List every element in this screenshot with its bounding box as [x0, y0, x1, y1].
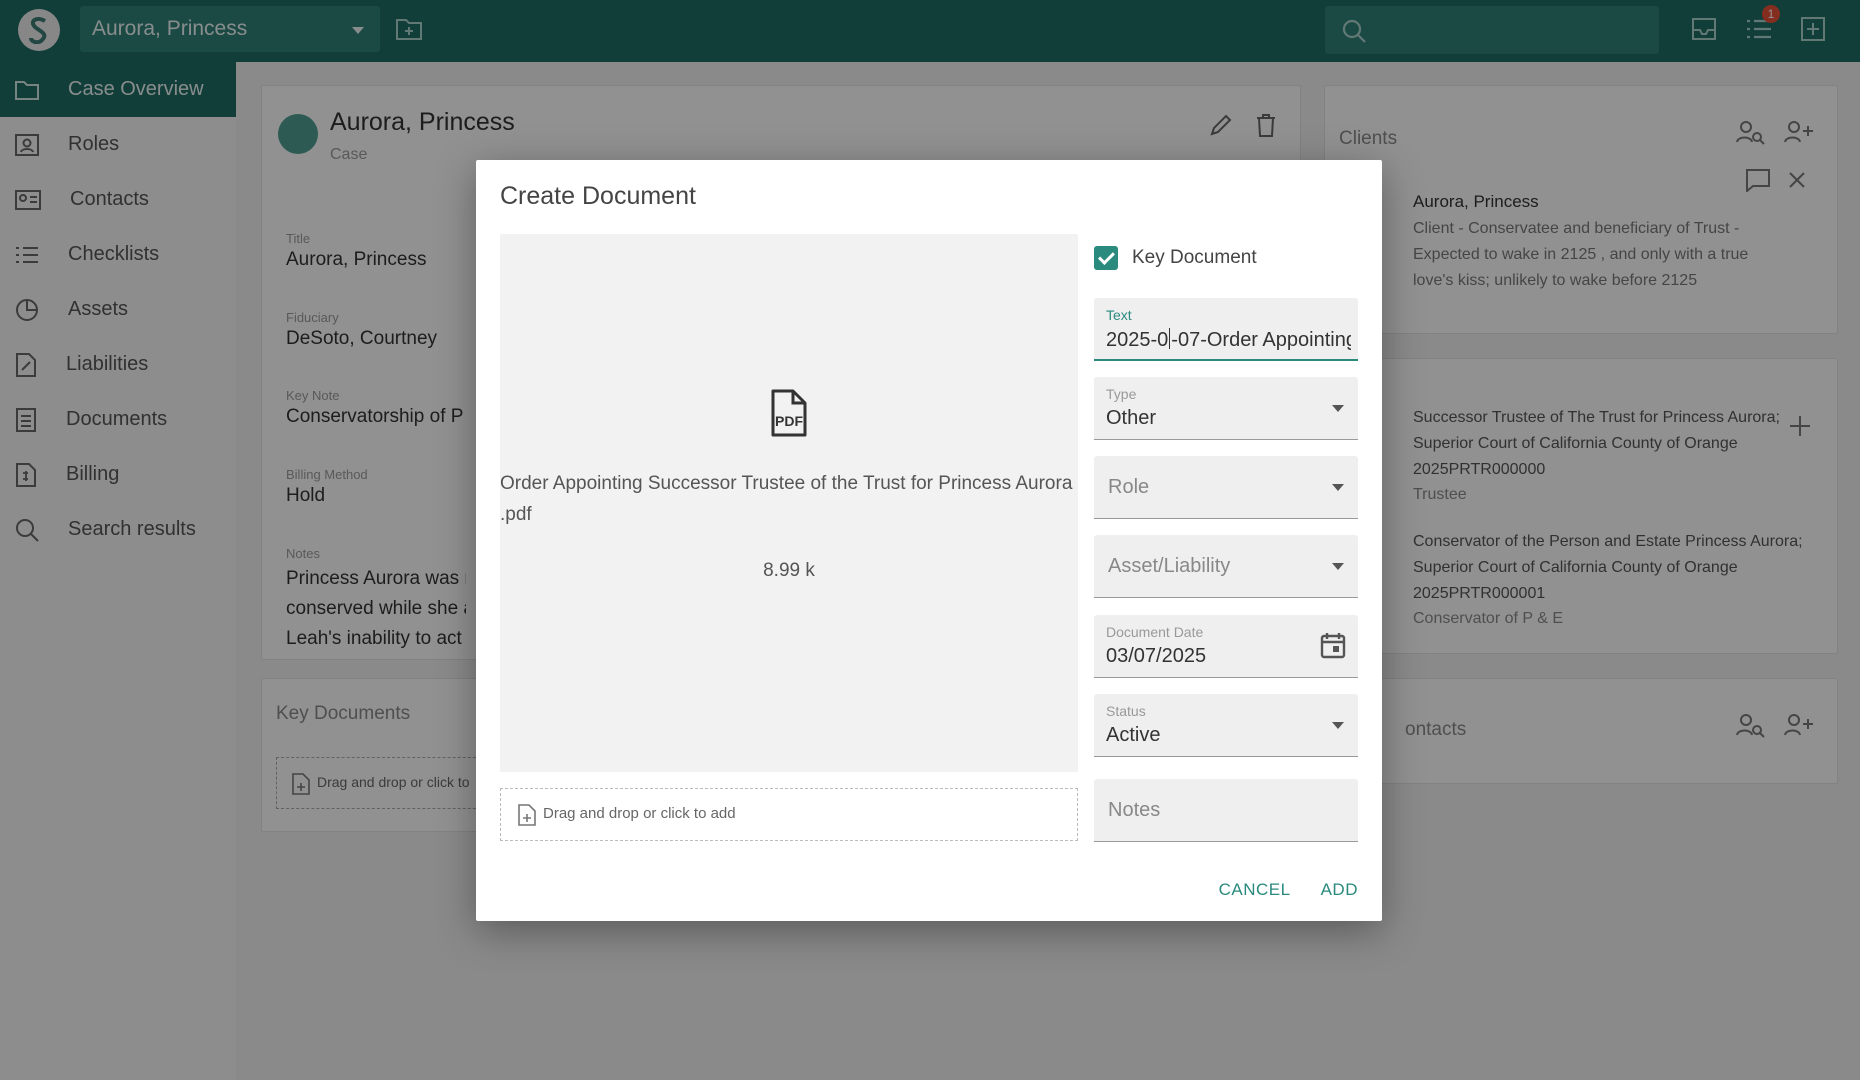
chevron-down-icon — [1332, 722, 1344, 729]
type-select[interactable]: Type Other — [1094, 377, 1358, 440]
chevron-down-icon — [1332, 484, 1344, 491]
file-size: 8.99 k — [763, 560, 815, 581]
notes-placeholder: Notes — [1108, 799, 1161, 821]
drop-zone-label: Drag and drop or click to add — [543, 805, 736, 822]
calendar-icon[interactable] — [1320, 631, 1346, 659]
document-date-value: 03/07/2025 — [1106, 645, 1207, 667]
key-document-checkbox-row[interactable]: Key Document — [1094, 246, 1257, 270]
chevron-down-icon — [1332, 405, 1344, 412]
key-document-checkbox[interactable] — [1094, 246, 1118, 270]
file-add-icon — [518, 804, 536, 826]
text-field-value[interactable]: 2025-0 -07-Order Appointing — [1106, 328, 1351, 352]
dialog-actions: CANCEL ADD — [1219, 880, 1358, 900]
text-before-cursor: 2025-0 — [1106, 329, 1169, 351]
document-date-field[interactable]: Document Date 03/07/2025 — [1094, 615, 1358, 678]
cancel-button[interactable]: CANCEL — [1219, 880, 1291, 900]
file-drop-zone[interactable]: Drag and drop or click to add — [500, 788, 1078, 841]
text-after-cursor: -07-Order Appointing — [1171, 329, 1351, 351]
create-document-dialog: Create Document PDF Order Appointing Suc… — [476, 160, 1382, 921]
status-label: Status — [1106, 703, 1146, 719]
role-select[interactable]: Role — [1094, 456, 1358, 519]
status-value: Active — [1106, 724, 1161, 746]
type-label: Type — [1106, 386, 1137, 402]
notes-field[interactable]: Notes — [1094, 779, 1358, 842]
document-date-label: Document Date — [1106, 624, 1204, 640]
file-name: Order Appointing Successor Trustee of th… — [500, 473, 1073, 525]
text-field-label: Text — [1106, 307, 1132, 323]
asset-liability-select[interactable]: Asset/Liability — [1094, 535, 1358, 598]
status-select[interactable]: Status Active — [1094, 694, 1358, 757]
role-placeholder: Role — [1108, 476, 1150, 498]
text-field[interactable]: Text 2025-0 -07-Order Appointing — [1094, 298, 1358, 361]
add-button[interactable]: ADD — [1321, 880, 1358, 900]
type-value: Other — [1106, 407, 1157, 429]
chevron-down-icon — [1332, 563, 1344, 570]
dialog-title: Create Document — [500, 182, 696, 210]
file-preview: PDF Order Appointing Successor Trustee o… — [500, 234, 1078, 772]
key-document-label: Key Document — [1132, 247, 1257, 268]
asset-liability-placeholder: Asset/Liability — [1108, 555, 1231, 577]
pdf-file-icon: PDF — [771, 389, 807, 437]
svg-text:PDF: PDF — [775, 413, 803, 429]
